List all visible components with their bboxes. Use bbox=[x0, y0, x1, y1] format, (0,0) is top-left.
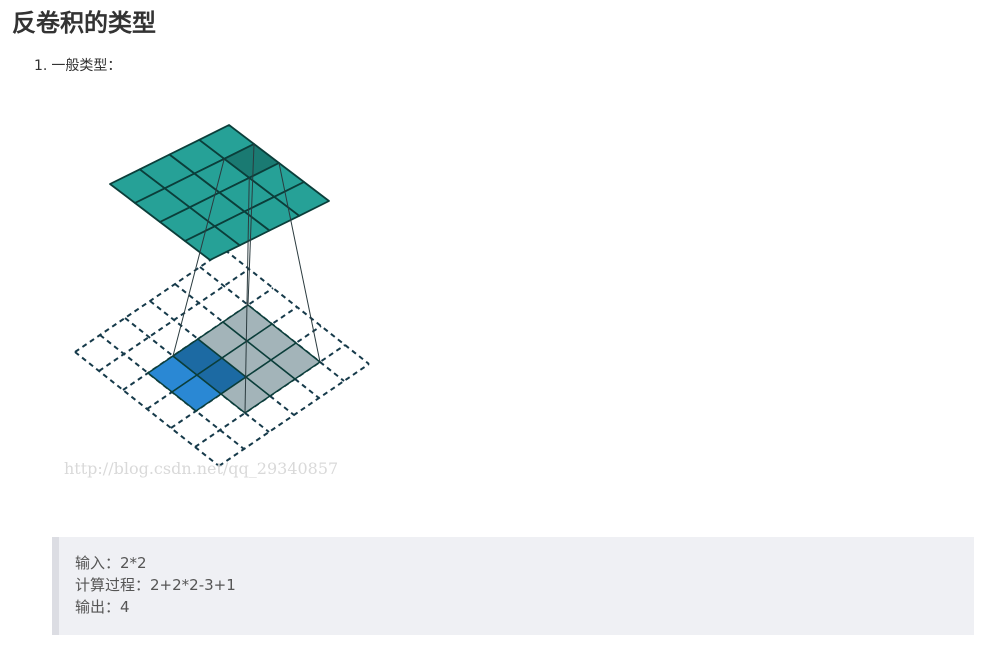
convolution-diagram-svg bbox=[74, 124, 370, 467]
code-line-process: 计算过程：2+2*2-3+1 bbox=[75, 576, 236, 594]
code-line-output: 输出：4 bbox=[75, 598, 130, 616]
page-title: 反卷积的类型 bbox=[12, 9, 156, 37]
watermark: http://blog.csdn.net/qq_29340857 bbox=[64, 459, 339, 478]
code-line-input: 输入：2*2 bbox=[75, 554, 147, 572]
code-block: 输入：2*2 计算过程：2+2*2-3+1 输出：4 bbox=[52, 537, 974, 635]
transposed-convolution-figure bbox=[60, 120, 390, 480]
list-item: 1. 一般类型： bbox=[34, 56, 121, 76]
list-number: 1. bbox=[34, 58, 48, 74]
list-item-text: 一般类型： bbox=[51, 58, 122, 74]
